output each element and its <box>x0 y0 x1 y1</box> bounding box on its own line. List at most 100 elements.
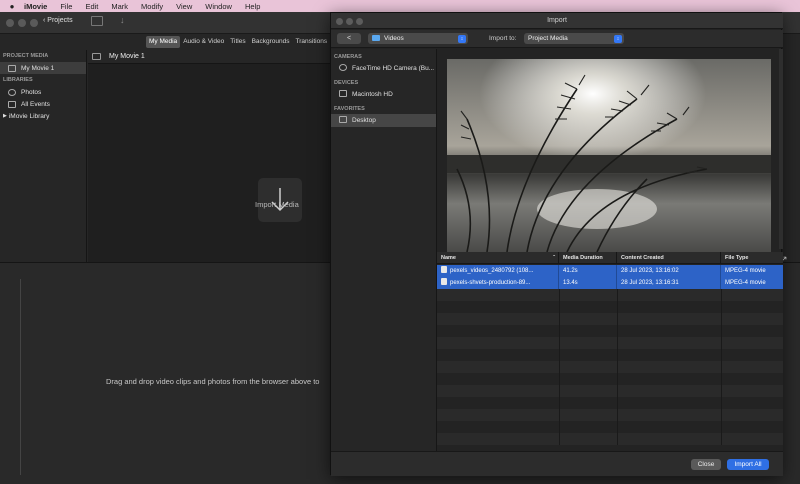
column-divider <box>617 397 618 409</box>
column-divider <box>617 421 618 433</box>
browser-header: My Movie 1 <box>88 50 330 64</box>
empty-row <box>437 373 783 385</box>
dialog-toolbar: < Videos ↕ Import to: Project Media ↕ <box>331 30 783 48</box>
import-to-label: Import to: <box>489 35 517 42</box>
menu-modify[interactable]: Modify <box>141 2 163 11</box>
empty-row <box>437 361 783 373</box>
sidebar-item-label: FaceTime HD Camera (Bu... <box>352 65 435 72</box>
column-divider <box>559 433 560 445</box>
menu-file[interactable]: File <box>60 2 72 11</box>
column-divider <box>617 373 618 385</box>
projects-label: Projects <box>47 17 73 24</box>
column-divider <box>721 337 722 349</box>
disclosure-triangle-icon[interactable]: ▶ <box>3 113 7 119</box>
column-header-created[interactable]: Content Created <box>617 252 721 264</box>
dialog-minimize-button[interactable] <box>346 17 353 25</box>
dialog-footer: Close Import All <box>331 451 783 476</box>
column-divider <box>559 325 560 337</box>
menu-mark[interactable]: Mark <box>111 2 128 11</box>
column-divider <box>559 373 560 385</box>
column-divider <box>721 313 722 325</box>
table-row[interactable]: pexels_videos_2480792 (108... 41.2s 28 J… <box>437 265 783 277</box>
column-divider <box>617 313 618 325</box>
empty-row <box>437 385 783 397</box>
cell-created: 28 Jul 2023, 13:16:31 <box>617 277 721 289</box>
back-button[interactable]: < <box>337 33 361 44</box>
import-to-popup[interactable]: Project Media ↕ <box>524 33 624 44</box>
column-divider <box>617 409 618 421</box>
movie-file-icon <box>441 278 447 285</box>
cell-name: pexels-shvets-production-89... <box>437 277 559 289</box>
timeline-playhead[interactable] <box>20 279 21 475</box>
column-divider <box>559 349 560 361</box>
tab-backgrounds[interactable]: Backgrounds <box>249 36 293 48</box>
column-divider <box>617 325 618 337</box>
sidebar-item-desktop[interactable]: Desktop <box>331 114 436 127</box>
menu-view[interactable]: View <box>176 2 192 11</box>
layout-icon[interactable] <box>91 16 103 26</box>
empty-row <box>437 337 783 349</box>
import-all-button[interactable]: Import All <box>727 459 769 470</box>
apple-icon[interactable]: ● <box>0 2 24 11</box>
column-header-name[interactable]: Name ˆ <box>437 252 559 264</box>
library-sidebar: PROJECT MEDIA My Movie 1 LIBRARIES Photo… <box>0 50 87 272</box>
menu-window[interactable]: Window <box>205 2 232 11</box>
sidebar-item-photos[interactable]: Photos <box>0 86 86 98</box>
column-divider <box>617 289 618 301</box>
libraries-heading: LIBRARIES <box>3 77 33 83</box>
dialog-close-button[interactable] <box>336 17 343 25</box>
menu-edit[interactable]: Edit <box>85 2 98 11</box>
cameras-heading: CAMERAS <box>334 54 362 60</box>
column-divider <box>721 349 722 361</box>
table-row[interactable]: pexels-shvets-production-89... 13.4s 28 … <box>437 277 783 289</box>
column-divider <box>559 361 560 373</box>
close-button[interactable]: Close <box>691 459 721 470</box>
window-zoom-button[interactable] <box>30 19 38 27</box>
menu-help[interactable]: Help <box>245 2 260 11</box>
import-arrow-icon[interactable]: ↓ <box>120 15 125 25</box>
sidebar-item-label: Macintosh HD <box>352 91 393 98</box>
column-header-duration[interactable]: Media Duration <box>559 252 617 264</box>
project-media-heading: PROJECT MEDIA <box>3 53 49 59</box>
browser-tabs: My Media Audio & Video Titles Background… <box>146 36 330 48</box>
window-minimize-button[interactable] <box>18 19 26 27</box>
cell-name-label: pexels-shvets-production-89... <box>450 280 531 286</box>
browser-title: My Movie 1 <box>109 53 145 60</box>
column-divider <box>559 289 560 301</box>
menu-imovie[interactable]: iMovie <box>24 2 47 11</box>
sidebar-item-all-events[interactable]: All Events <box>0 98 86 110</box>
sidebar-item-imovie-library[interactable]: ▶ iMovie Library <box>0 110 86 122</box>
timeline-hint: Drag and drop video clips and photos fro… <box>106 377 320 386</box>
sidebar-toggle-icon[interactable] <box>92 53 101 60</box>
sidebar-item-label: All Events <box>21 100 50 108</box>
favorites-heading: FAVORITES <box>334 106 365 112</box>
tab-titles[interactable]: Titles <box>227 36 248 48</box>
column-header-type[interactable]: File Type <box>721 252 783 264</box>
tab-transitions[interactable]: Transitions <box>293 36 331 48</box>
preview-image <box>447 59 771 252</box>
cell-type: MPEG-4 movie <box>725 268 766 274</box>
video-preview[interactable] <box>447 59 771 252</box>
empty-row <box>437 325 783 337</box>
empty-row <box>437 397 783 409</box>
window-close-button[interactable] <box>6 19 14 27</box>
cell-type: MPEG-4 movie <box>725 280 766 286</box>
column-divider <box>617 361 618 373</box>
sidebar-item-my-movie[interactable]: My Movie 1 <box>0 62 86 74</box>
location-popup[interactable]: Videos ↕ <box>368 33 468 44</box>
column-divider <box>721 385 722 397</box>
import-media-label: Import Media <box>255 200 299 209</box>
dialog-scrollbar[interactable] <box>779 49 783 249</box>
cell-name-label: pexels_videos_2480792 (108... <box>450 268 534 274</box>
movie-file-icon <box>441 266 447 273</box>
projects-button[interactable]: ‹ Projects <box>43 17 73 24</box>
column-divider <box>559 337 560 349</box>
column-divider <box>721 301 722 313</box>
sidebar-item-macintosh-hd[interactable]: Macintosh HD <box>331 88 436 101</box>
dialog-zoom-button[interactable] <box>356 17 363 25</box>
tab-my-media[interactable]: My Media <box>146 36 181 48</box>
sidebar-item-facetime-camera[interactable]: FaceTime HD Camera (Bu... <box>331 62 436 75</box>
column-divider <box>559 409 560 421</box>
tab-audio-video[interactable]: Audio & Video <box>180 36 227 48</box>
disk-icon <box>339 90 347 97</box>
